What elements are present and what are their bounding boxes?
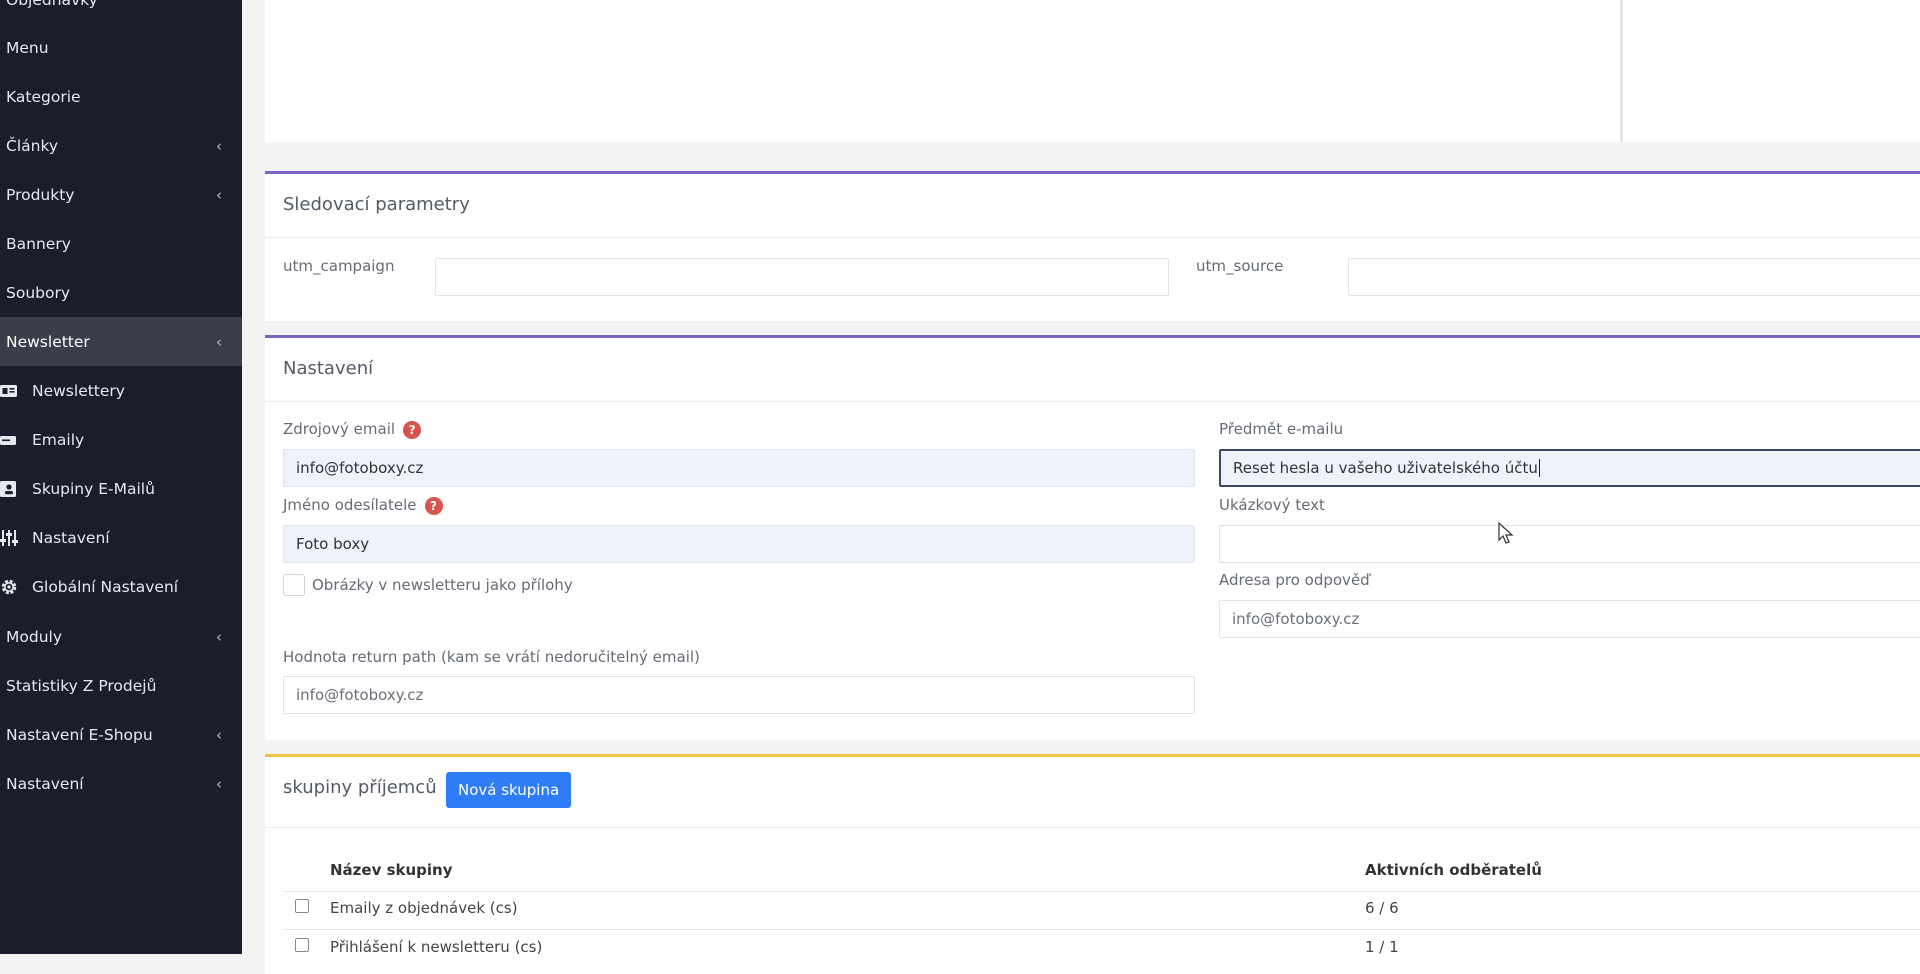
row-divider — [283, 929, 1920, 930]
chevron-left-icon: ‹ — [216, 332, 222, 351]
utm-source-label: utm_source — [1196, 257, 1284, 275]
sidebar: Objednávky Menu Kategorie Články ‹ Produ… — [0, 0, 242, 954]
chevron-left-icon: ‹ — [216, 725, 222, 744]
row-checkbox[interactable] — [295, 899, 309, 913]
sidebar-item-nastaveni-newsletter[interactable]: Nastavení — [0, 513, 242, 562]
gear-icon — [1, 579, 17, 594]
group-active-count: 6 / 6 — [1365, 899, 1399, 917]
divider — [265, 401, 1920, 402]
return-path-label: Hodnota return path (kam se vrátí nedoru… — [283, 648, 700, 666]
sender-name-input[interactable]: Foto boxy — [283, 525, 1195, 563]
row-divider — [283, 891, 1920, 892]
email-icon — [0, 435, 16, 445]
sidebar-item-statistiky[interactable]: Statistiky Z Prodejů — [0, 661, 242, 710]
sidebar-item-clanky[interactable]: Články ‹ — [0, 121, 242, 170]
reply-to-input[interactable]: info@fotoboxy.cz — [1219, 600, 1920, 638]
sidebar-item-skupiny-e-mailu[interactable]: Skupiny E-Mailů — [0, 464, 242, 513]
sidebar-item-nastaveni[interactable]: Nastavení ‹ — [0, 759, 242, 808]
card-title: Sledovací parametry — [283, 194, 470, 215]
help-icon[interactable]: ? — [403, 420, 422, 439]
group-active-count: 1 / 1 — [1365, 938, 1399, 956]
sidebar-item-label: Nastavení E-Shopu — [6, 725, 153, 744]
contacts-icon — [0, 480, 16, 497]
divider — [265, 827, 1920, 828]
divider — [265, 237, 1920, 238]
editor-panel[interactable] — [265, 0, 1920, 142]
settings-card: Nastavení Zdrojový email? info@fotoboxy.… — [265, 335, 1920, 740]
sidebar-item-globalni-nastaveni[interactable]: Globální Nastavení — [0, 562, 242, 611]
reply-to-placeholder: info@fotoboxy.cz — [1232, 610, 1360, 628]
sidebar-item-nastaveni-e-shopu[interactable]: Nastavení E-Shopu ‹ — [0, 710, 242, 759]
sidebar-item-emaily[interactable]: Emaily — [0, 415, 242, 464]
sidebar-item-objednavky[interactable]: Objednávky — [0, 0, 242, 24]
chevron-left-icon: ‹ — [216, 774, 222, 793]
sidebar-item-kategorie[interactable]: Kategorie — [0, 72, 242, 121]
sidebar-item-newsletter[interactable]: Newsletter ‹ — [0, 317, 242, 366]
sender-name-label: Jméno odesílatele? — [283, 496, 443, 515]
card-title: Nastavení — [283, 358, 374, 379]
sidebar-item-label: Skupiny E-Mailů — [32, 479, 155, 498]
sidebar-item-label: Kategorie — [6, 87, 81, 106]
reply-to-label: Adresa pro odpověď — [1219, 571, 1370, 589]
help-icon[interactable]: ? — [424, 496, 443, 515]
chevron-left-icon: ‹ — [216, 136, 222, 155]
utm-campaign-input[interactable] — [435, 258, 1169, 296]
sliders-icon — [0, 529, 18, 546]
sidebar-item-label: Globální Nastavení — [32, 577, 179, 596]
mouse-cursor-icon — [1498, 522, 1514, 544]
sidebar-item-label: Články — [6, 136, 59, 155]
card-title: skupiny příjemců — [283, 777, 437, 798]
row-checkbox[interactable] — [295, 938, 309, 952]
sidebar-item-label: Soubory — [6, 283, 71, 302]
tracking-parameters-card: Sledovací parametry utm_campaign utm_sou… — [265, 171, 1920, 321]
return-path-input[interactable]: info@fotoboxy.cz — [283, 676, 1195, 714]
preview-text-input[interactable] — [1219, 525, 1920, 563]
subject-label: Předmět e-mailu — [1219, 420, 1344, 438]
sidebar-item-label: Statistiky Z Prodejů — [6, 676, 157, 695]
preview-text-label: Ukázkový text — [1219, 496, 1325, 514]
images-attachments-checkbox[interactable] — [283, 574, 305, 596]
sidebar-item-menu[interactable]: Menu — [0, 23, 242, 72]
sidebar-item-label: Menu — [6, 38, 49, 57]
panel-divider — [1620, 0, 1623, 142]
new-group-button[interactable]: Nová skupina — [446, 772, 572, 808]
source-email-value: info@fotoboxy.cz — [296, 459, 424, 477]
sidebar-item-label: Produkty — [6, 185, 75, 204]
recipient-groups-card: skupiny příjemců Nová skupina Název skup… — [265, 754, 1920, 974]
sidebar-item-bannery[interactable]: Bannery — [0, 219, 242, 268]
sidebar-item-label: Newsletter — [6, 332, 90, 351]
sidebar-item-moduly[interactable]: Moduly ‹ — [0, 612, 242, 661]
sidebar-item-produkty[interactable]: Produkty ‹ — [0, 170, 242, 219]
sidebar-item-label: Bannery — [6, 234, 71, 253]
chevron-left-icon: ‹ — [216, 185, 222, 204]
source-email-label: Zdrojový email? — [283, 420, 422, 439]
source-email-input[interactable]: info@fotoboxy.cz — [283, 449, 1195, 487]
group-name: Přihlášení k newsletteru (cs) — [330, 938, 543, 956]
column-header-active: Aktivních odběratelů — [1365, 861, 1542, 879]
subject-value: Reset hesla u vašeho uživatelského účtu — [1233, 459, 1538, 477]
utm-source-input[interactable] — [1348, 258, 1920, 296]
return-path-placeholder: info@fotoboxy.cz — [296, 686, 424, 704]
sidebar-item-label: Nastavení — [6, 774, 84, 793]
sender-name-label-text: Jméno odesílatele — [283, 496, 417, 514]
utm-campaign-label: utm_campaign — [283, 257, 395, 275]
newsletter-icon — [0, 384, 17, 397]
sidebar-item-label: Objednávky — [0, 0, 98, 9]
text-caret — [1538, 459, 1540, 477]
column-header-name: Název skupiny — [330, 861, 453, 879]
chevron-left-icon: ‹ — [216, 627, 222, 646]
images-attachments-label: Obrázky v newsletteru jako přílohy — [312, 576, 573, 594]
sidebar-item-label: Moduly — [6, 627, 62, 646]
sidebar-item-label: Newslettery — [32, 381, 125, 400]
source-email-label-text: Zdrojový email — [283, 420, 396, 438]
sidebar-item-soubory[interactable]: Soubory — [0, 268, 242, 317]
group-name: Emaily z objednávek (cs) — [330, 899, 518, 917]
main-content: Sledovací parametry utm_campaign utm_sou… — [242, 0, 1920, 974]
subject-input[interactable]: Reset hesla u vašeho uživatelského účtu — [1219, 449, 1920, 487]
sidebar-item-newslettery[interactable]: Newslettery — [0, 366, 242, 415]
sender-name-value: Foto boxy — [296, 535, 370, 553]
